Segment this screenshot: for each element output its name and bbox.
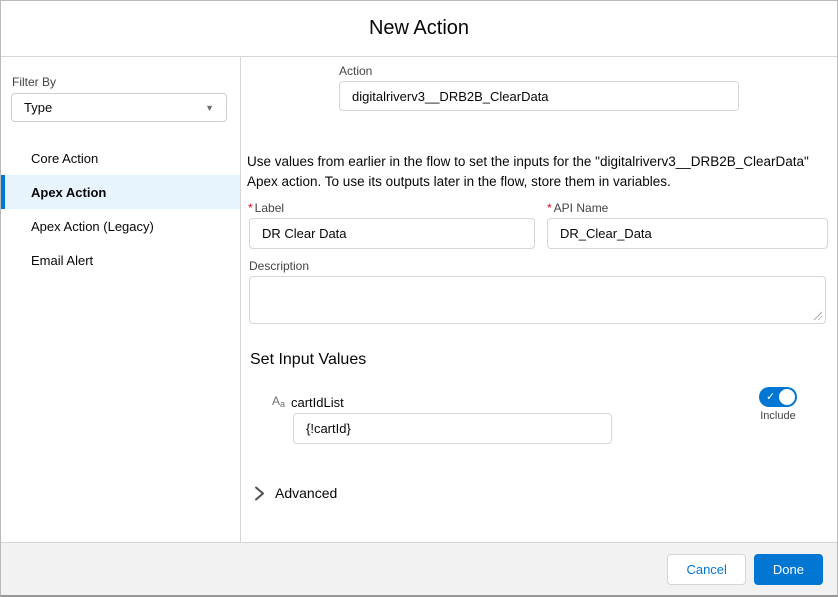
action-config-panel: Action Use values from earlier in the fl… <box>241 57 837 542</box>
action-field-label: Action <box>339 64 373 78</box>
sidebar-item-apex-action[interactable]: Apex Action <box>1 175 240 209</box>
dialog-body: Filter By Type ▼ Core Action Apex Action… <box>1 57 837 542</box>
filter-type-value: Type <box>24 100 53 115</box>
cartidlist-input[interactable] <box>293 413 612 444</box>
advanced-expander[interactable]: Advanced <box>254 485 337 501</box>
sidebar-item-label: Core Action <box>31 150 99 166</box>
required-asterisk: * <box>248 201 253 215</box>
chevron-down-icon: ▼ <box>205 102 214 113</box>
sidebar-item-apex-action-legacy[interactable]: Apex Action (Legacy) <box>1 209 240 243</box>
api-name-field-label: * API Name <box>547 201 609 215</box>
sidebar-item-label: Email Alert <box>31 252 94 268</box>
label-input[interactable] <box>249 218 535 249</box>
chevron-right-icon <box>255 486 264 500</box>
api-name-input[interactable] <box>547 218 828 249</box>
sidebar-item-label: Apex Action (Legacy) <box>31 218 154 234</box>
action-type-list: Core Action Apex Action Apex Action (Leg… <box>1 141 240 277</box>
sidebar-item-email-alert[interactable]: Email Alert <box>1 243 240 277</box>
done-button[interactable]: Done <box>753 553 823 585</box>
description-textarea[interactable] <box>249 276 826 324</box>
include-toggle[interactable]: ✓ <box>759 387 797 407</box>
required-asterisk: * <box>547 201 552 215</box>
action-input[interactable] <box>339 81 739 111</box>
sidebar-item-core-action[interactable]: Core Action <box>1 141 240 175</box>
cancel-button[interactable]: Cancel <box>667 553 746 585</box>
text-type-icon: Aa <box>272 394 286 409</box>
checkmark-icon: ✓ <box>766 391 776 403</box>
param-name-cartidlist: cartIdList <box>291 395 344 410</box>
description-field-label: Description <box>249 259 310 273</box>
set-input-values-heading: Set Input Values <box>250 351 367 368</box>
sidebar-item-label: Apex Action <box>31 184 107 200</box>
filter-sidebar: Filter By Type ▼ Core Action Apex Action… <box>1 57 241 542</box>
filter-by-label: Filter By <box>12 75 57 89</box>
label-field-label: * Label <box>248 201 285 215</box>
filter-type-select[interactable]: Type ▼ <box>11 93 227 122</box>
dialog-header: New Action <box>1 1 837 57</box>
include-toggle-label: Include <box>760 410 796 422</box>
intro-text: Use values from earlier in the flow to s… <box>247 154 809 189</box>
dialog-title: New Action <box>368 17 470 39</box>
new-action-dialog: New Action Filter By Type ▼ Core Action … <box>0 0 838 597</box>
toggle-knob <box>779 389 795 405</box>
advanced-label: Advanced <box>275 485 338 501</box>
dialog-footer: Cancel Done <box>1 542 837 595</box>
